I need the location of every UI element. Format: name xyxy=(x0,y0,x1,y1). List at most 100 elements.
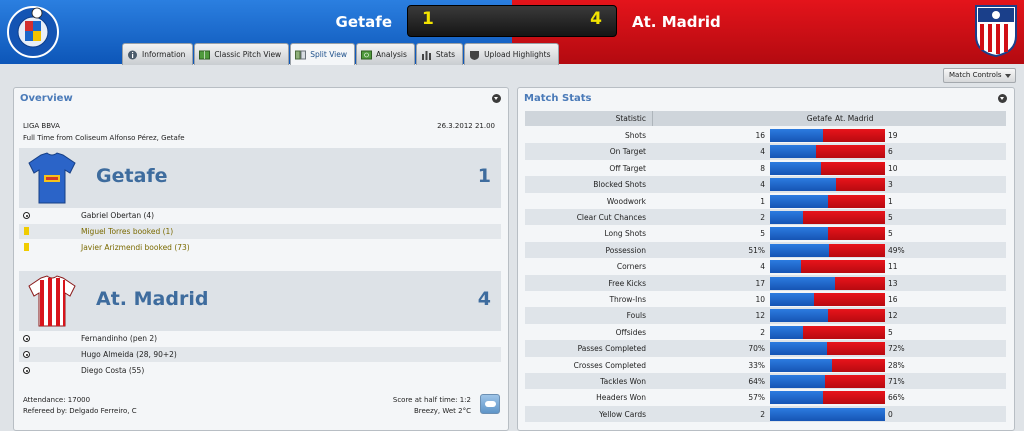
match-view-tabs: Information Classic Pitch View Split Vie… xyxy=(122,43,560,65)
tab-upload-highlights[interactable]: Upload Highlights xyxy=(464,43,559,65)
stat-comparison-bar xyxy=(770,161,885,175)
away-bar-segment xyxy=(803,325,885,339)
getafe-crest-icon[interactable] xyxy=(6,4,60,60)
away-team-name: At. Madrid xyxy=(632,13,721,31)
away-team-block: At. Madrid 4 xyxy=(19,271,501,331)
stat-name: Corners xyxy=(616,262,646,272)
away-bar-segment xyxy=(832,358,885,372)
venue-text: Full Time from Coliseum Alfonso Pérez, G… xyxy=(23,134,185,142)
home-goal-event: Gabriel Obertan (4) xyxy=(19,208,501,223)
tab-classic-pitch-view[interactable]: Classic Pitch View xyxy=(194,43,290,65)
away-bar-segment xyxy=(825,375,885,388)
stat-comparison-bar xyxy=(770,293,885,306)
stat-comparison-bar xyxy=(770,243,885,257)
stat-name: Possession xyxy=(605,245,646,255)
stat-comparison-bar xyxy=(770,129,885,142)
event-text[interactable]: Miguel Torres booked (1) xyxy=(81,227,173,236)
home-bar-segment xyxy=(770,145,816,159)
stat-comparison-bar xyxy=(770,309,885,323)
yellow-card-icon xyxy=(24,227,29,235)
away-bar-segment xyxy=(814,293,885,306)
tab-label: Information xyxy=(142,50,186,59)
stat-row: Fouls 12 12 xyxy=(525,307,1006,324)
collapse-icon[interactable] xyxy=(998,94,1007,103)
stat-name: Off Target xyxy=(609,163,646,173)
info-icon xyxy=(128,50,137,59)
away-goal-event: Hugo Almeida (28, 90+2) xyxy=(19,347,501,362)
event-text[interactable]: Hugo Almeida (28, 90+2) xyxy=(81,350,177,359)
collapse-icon[interactable] xyxy=(492,94,501,103)
stat-row: Woodwork 1 1 xyxy=(525,193,1006,209)
stat-comparison-bar xyxy=(770,342,885,356)
home-team-score: 1 xyxy=(477,165,491,187)
stat-away-value: 19 xyxy=(888,131,898,140)
home-booking-event: Miguel Torres booked (1) xyxy=(19,224,501,239)
column-header-statistic[interactable]: Statistic xyxy=(525,114,646,123)
stat-name: Long Shots xyxy=(604,229,646,239)
home-team-name: Getafe xyxy=(335,13,392,31)
away-bar-segment xyxy=(835,276,885,290)
away-team-score: 4 xyxy=(477,288,491,310)
stat-away-value: 0 xyxy=(888,409,893,419)
getafe-shirt-icon xyxy=(28,152,76,204)
home-bar-segment xyxy=(770,227,828,241)
stat-comparison-bar xyxy=(770,391,885,405)
home-bar-segment xyxy=(770,375,825,388)
stat-home-value: 4 xyxy=(760,180,765,190)
stat-comparison-bar xyxy=(770,227,885,241)
home-bar-segment xyxy=(770,342,827,356)
event-text[interactable]: Javier Arizmendi booked (73) xyxy=(81,243,190,252)
stat-name: Shots xyxy=(625,131,646,140)
stat-name: Throw-Ins xyxy=(609,295,646,304)
away-bar-segment xyxy=(827,342,885,356)
event-text[interactable]: Gabriel Obertan (4) xyxy=(81,211,154,220)
stat-comparison-bar xyxy=(770,407,885,421)
goal-ball-icon xyxy=(23,335,30,342)
stat-name: Woodwork xyxy=(606,196,646,206)
home-team-block: Getafe 1 xyxy=(19,148,501,208)
stat-away-value: 5 xyxy=(888,327,893,337)
attendance-text: Attendance: 17000 xyxy=(23,396,91,404)
atletico-crest-icon[interactable] xyxy=(974,4,1018,58)
event-text[interactable]: Diego Costa (55) xyxy=(81,366,144,375)
stats-icon xyxy=(421,50,431,60)
away-team-title[interactable]: At. Madrid xyxy=(96,288,208,310)
home-bar-segment xyxy=(770,276,835,290)
stat-name: Fouls xyxy=(626,311,646,321)
stat-comparison-bar xyxy=(770,178,885,192)
stat-away-value: 5 xyxy=(888,229,893,239)
away-bar-segment xyxy=(803,211,885,224)
away-score: 4 xyxy=(590,9,602,29)
tab-information[interactable]: Information xyxy=(122,43,194,65)
weather-text: Breezy, Wet 2°C xyxy=(413,407,471,415)
away-bar-segment xyxy=(828,227,885,241)
stat-home-value: 5 xyxy=(760,229,765,239)
stat-home-value: 1 xyxy=(760,196,765,206)
goal-ball-icon xyxy=(23,351,30,358)
tab-stats[interactable]: Stats xyxy=(415,43,464,65)
weather-icon xyxy=(480,394,500,414)
away-goal-event: Fernandinho (pen 2) xyxy=(19,331,501,346)
stat-name: Offsides xyxy=(615,327,646,337)
tab-split-view[interactable]: Split View xyxy=(290,43,355,65)
event-text[interactable]: Fernandinho (pen 2) xyxy=(81,334,157,343)
away-bar-segment xyxy=(836,178,885,192)
tab-label: Upload Highlights xyxy=(484,50,551,59)
match-controls-button[interactable]: Match Controls xyxy=(943,68,1016,83)
column-header-away[interactable]: At. Madrid xyxy=(835,114,873,123)
stat-comparison-bar xyxy=(770,375,885,388)
referee-text[interactable]: Refereed by: Delgado Ferreiro, C xyxy=(23,407,137,415)
tab-analysis[interactable]: Analysis xyxy=(356,43,415,65)
home-bar-segment xyxy=(770,161,821,175)
home-bar-segment xyxy=(770,260,801,274)
home-bar-segment xyxy=(770,194,828,208)
stat-home-value: 57% xyxy=(748,393,765,403)
stat-away-value: 28% xyxy=(888,360,905,370)
home-team-title[interactable]: Getafe xyxy=(96,165,168,187)
stat-row: Offsides 2 5 xyxy=(525,324,1006,340)
stat-row: Corners 4 11 xyxy=(525,258,1006,274)
split-view-icon xyxy=(295,50,307,59)
away-bar-segment xyxy=(816,145,885,159)
column-header-home[interactable]: Getafe xyxy=(770,114,832,123)
stat-name: Passes Completed xyxy=(577,344,646,354)
